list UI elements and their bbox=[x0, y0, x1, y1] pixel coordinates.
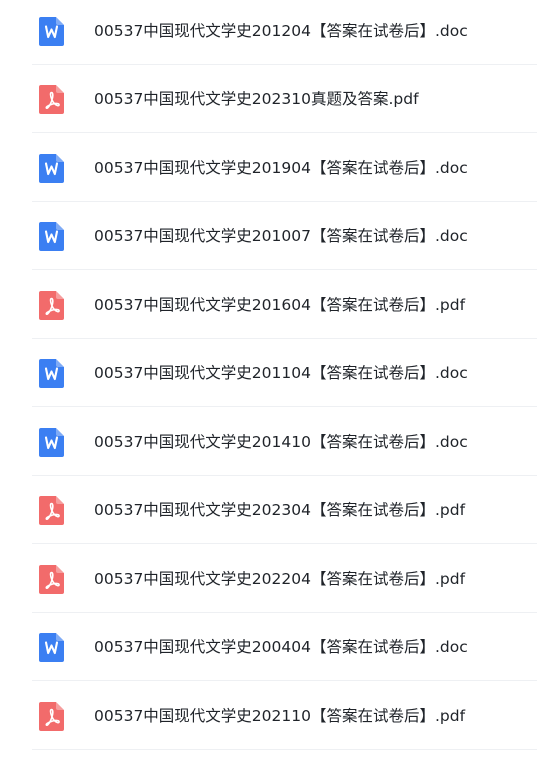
divider bbox=[32, 132, 537, 133]
file-row[interactable]: 00537中国现代文学史201104【答案在试卷后】.doc bbox=[0, 339, 537, 407]
file-row[interactable]: 00537中国现代文学史201604【答案在试卷后】.pdf bbox=[0, 271, 537, 339]
file-name: 00537中国现代文学史202110【答案在试卷后】.pdf bbox=[94, 707, 466, 725]
file-row[interactable]: 00537中国现代文学史201204【答案在试卷后】.doc bbox=[0, 0, 537, 65]
file-name: 00537中国现代文学史202304【答案在试卷后】.pdf bbox=[94, 501, 466, 519]
file-name: 00537中国现代文学史201604【答案在试卷后】.pdf bbox=[94, 296, 466, 314]
file-row[interactable]: 00537中国现代文学史202204【答案在试卷后】.pdf bbox=[0, 545, 537, 613]
file-name: 00537中国现代文学史201410【答案在试卷后】.doc bbox=[94, 433, 468, 451]
file-row[interactable]: 00537中国现代文学史202110【答案在试卷后】.pdf bbox=[0, 682, 537, 750]
divider bbox=[32, 406, 537, 407]
pdf-icon bbox=[39, 291, 64, 320]
file-row[interactable]: 00537中国现代文学史201904【答案在试卷后】.doc bbox=[0, 134, 537, 202]
file-name: 00537中国现代文学史200404【答案在试卷后】.doc bbox=[94, 638, 468, 656]
pdf-icon bbox=[39, 565, 64, 594]
file-name: 00537中国现代文学史201007【答案在试卷后】.doc bbox=[94, 227, 468, 245]
divider bbox=[32, 269, 537, 270]
file-name: 00537中国现代文学史202204【答案在试卷后】.pdf bbox=[94, 570, 466, 588]
file-row[interactable]: 00537中国现代文学史201007【答案在试卷后】.doc bbox=[0, 202, 537, 270]
word-icon bbox=[39, 154, 64, 183]
file-row[interactable]: 00537中国现代文学史200404【答案在试卷后】.doc bbox=[0, 613, 537, 681]
divider bbox=[32, 749, 537, 750]
pdf-icon bbox=[39, 496, 64, 525]
word-icon bbox=[39, 359, 64, 388]
divider bbox=[32, 543, 537, 544]
divider bbox=[32, 680, 537, 681]
file-name: 00537中国现代文学史201204【答案在试卷后】.doc bbox=[94, 22, 468, 40]
file-name: 00537中国现代文学史201904【答案在试卷后】.doc bbox=[94, 159, 468, 177]
file-name: 00537中国现代文学史201104【答案在试卷后】.doc bbox=[94, 364, 468, 382]
file-row[interactable]: 00537中国现代文学史202310真题及答案.pdf bbox=[0, 65, 537, 133]
word-icon bbox=[39, 222, 64, 251]
word-icon bbox=[39, 428, 64, 457]
file-row[interactable]: 00537中国现代文学史202304【答案在试卷后】.pdf bbox=[0, 476, 537, 544]
file-name: 00537中国现代文学史202310真题及答案.pdf bbox=[94, 90, 419, 108]
file-row[interactable]: 00537中国现代文学史201410【答案在试卷后】.doc bbox=[0, 408, 537, 476]
pdf-icon bbox=[39, 85, 64, 114]
word-icon bbox=[39, 17, 64, 46]
file-list: 00537中国现代文学史201204【答案在试卷后】.doc 00537中国现代… bbox=[0, 0, 537, 765]
word-icon bbox=[39, 633, 64, 662]
pdf-icon bbox=[39, 702, 64, 731]
